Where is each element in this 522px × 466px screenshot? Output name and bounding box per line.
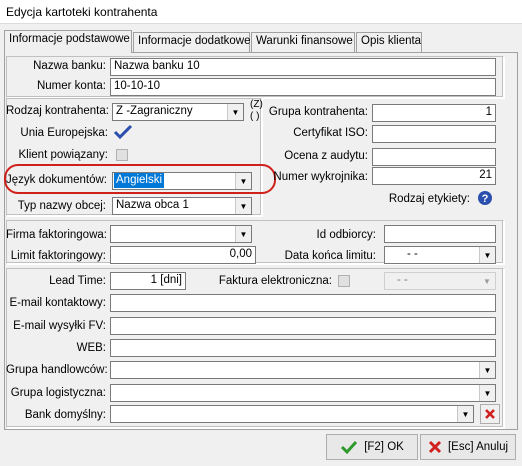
logistics-group-select[interactable]: ▼ [110, 384, 496, 402]
checkmark-icon[interactable] [113, 124, 133, 140]
tab-warunki-finansowe[interactable]: Warunki finansowe [251, 32, 355, 52]
bank-name-label: Nazwa banku: [33, 60, 106, 72]
limit-end-date-value: - - [407, 248, 418, 260]
factoring-limit-field[interactable]: 0,00 [110, 246, 256, 264]
tab-informacje-dodatkowe[interactable]: Informacje dodatkowe [133, 32, 251, 52]
e-invoice-label: Faktura elektroniczna: [218, 275, 332, 287]
web-field[interactable] [110, 339, 496, 357]
iso-certificate-label: Certyfikat ISO: [293, 127, 368, 139]
factoring-limit-label: Limit faktoringowy: [10, 250, 106, 262]
factoring-company-label: Firma faktoringowa: [6, 229, 107, 241]
die-number-label: Numer wykrojnika: [273, 171, 368, 183]
cancel-label: [Esc] Anuluj [447, 441, 509, 453]
chevron-down-icon[interactable]: ▼ [479, 362, 495, 378]
tab-informacje-podstawowe[interactable]: Informacje podstawowe [4, 30, 132, 53]
related-client-checkbox[interactable] [116, 149, 128, 161]
contractor-group-field[interactable]: 1 [372, 104, 496, 122]
iso-certificate-field[interactable] [372, 125, 496, 143]
die-number-field[interactable]: 21 [372, 167, 496, 185]
window-title: Edycja kartoteki kontrahenta [6, 5, 158, 19]
ok-label: [F2] OK [364, 441, 404, 453]
label-type-label: Rodzaj etykiety: [388, 193, 470, 205]
help-icon[interactable]: ? [477, 190, 493, 206]
foreign-name-type-label: Typ nazwy obcej: [17, 200, 106, 212]
checkmark-icon [341, 440, 358, 455]
invoice-email-label: E-mail wysyłki FV: [13, 320, 106, 332]
ok-button[interactable]: [F2] OK [326, 434, 418, 460]
close-icon [485, 409, 495, 419]
audit-score-field[interactable] [372, 148, 496, 166]
tab-strip: Informacje podstawowe Informacje dodatko… [4, 30, 518, 53]
e-invoice-date-value: - - [397, 274, 408, 286]
contractor-type-value: Z -Zagraniczny [116, 105, 193, 117]
recipient-id-field[interactable] [384, 225, 496, 243]
invoice-email-field[interactable] [110, 317, 496, 335]
default-bank-select[interactable]: ▼ [110, 405, 474, 423]
document-language-value: Angielski [114, 173, 165, 188]
tab-label: Opis klienta [361, 35, 422, 47]
contractor-code-b: ( ) [250, 111, 260, 122]
eu-label: Unia Europejska: [20, 127, 108, 139]
tab-label: Warunki finansowe [256, 35, 353, 47]
audit-score-label: Ocena z audytu: [284, 150, 368, 162]
account-number-field[interactable]: 10-10-10 [110, 78, 496, 96]
account-number-label: Numer konta: [36, 80, 106, 92]
bank-name-field[interactable]: Nazwa banku 10 [110, 58, 496, 76]
default-bank-label: Bank domyślny: [24, 409, 106, 421]
chevron-down-icon[interactable]: ▼ [227, 104, 243, 120]
contractor-type-select[interactable]: Z -Zagraniczny ▼ [112, 103, 244, 121]
sales-group-select[interactable]: ▼ [110, 361, 496, 379]
document-language-label: Język dokumentów: [6, 174, 107, 186]
recipient-id-label: Id odbiorcy: [316, 229, 376, 241]
contractor-group-label: Grupa kontrahenta: [268, 106, 368, 118]
chevron-down-icon[interactable]: ▼ [479, 385, 495, 401]
svg-text:?: ? [482, 193, 489, 205]
title-bar: Edycja kartoteki kontrahenta [0, 0, 522, 24]
document-language-select[interactable]: Angielski ▼ [112, 172, 252, 190]
chevron-down-icon[interactable]: ▼ [235, 226, 251, 242]
contractor-type-label: Rodzaj kontrahenta: [6, 105, 109, 117]
chevron-down-icon[interactable]: ▼ [235, 173, 251, 189]
e-invoice-date-picker: - - ▼ [384, 272, 496, 290]
limit-end-date-label: Data końca limitu: [284, 250, 376, 262]
chevron-down-icon: ▼ [483, 276, 491, 286]
e-invoice-checkbox[interactable] [338, 275, 350, 287]
contact-email-field[interactable] [110, 294, 496, 312]
foreign-name-type-select[interactable]: Nazwa obca 1 ▼ [112, 197, 252, 215]
foreign-name-type-value: Nazwa obca 1 [116, 199, 189, 211]
web-label: WEB: [76, 342, 106, 354]
contact-email-label: E-mail kontaktowy: [9, 297, 106, 309]
sales-group-label: Grupa handlowców: [6, 364, 108, 376]
factoring-company-select[interactable]: ▼ [110, 225, 252, 243]
contractor-code-a: (Z) [250, 99, 263, 110]
related-client-label: Klient powiązany: [18, 149, 109, 161]
tab-label: Informacje podstawowe [9, 33, 130, 45]
clear-bank-button[interactable] [480, 404, 500, 424]
chevron-down-icon[interactable]: ▼ [235, 198, 251, 214]
logistics-group-label: Grupa logistyczna: [10, 387, 106, 399]
lead-time-label: Lead Time: [49, 275, 106, 287]
lead-time-field[interactable]: 1 [dni] [110, 272, 186, 290]
cancel-button[interactable]: [Esc] Anuluj [420, 434, 516, 460]
close-icon [428, 440, 442, 454]
chevron-down-icon[interactable]: ▼ [479, 247, 495, 263]
tab-label: Informacje dodatkowe [138, 35, 251, 47]
tab-opis-klienta[interactable]: Opis klienta [356, 32, 422, 52]
limit-end-date-picker[interactable]: - - ▼ [384, 246, 496, 264]
chevron-down-icon[interactable]: ▼ [457, 406, 473, 422]
